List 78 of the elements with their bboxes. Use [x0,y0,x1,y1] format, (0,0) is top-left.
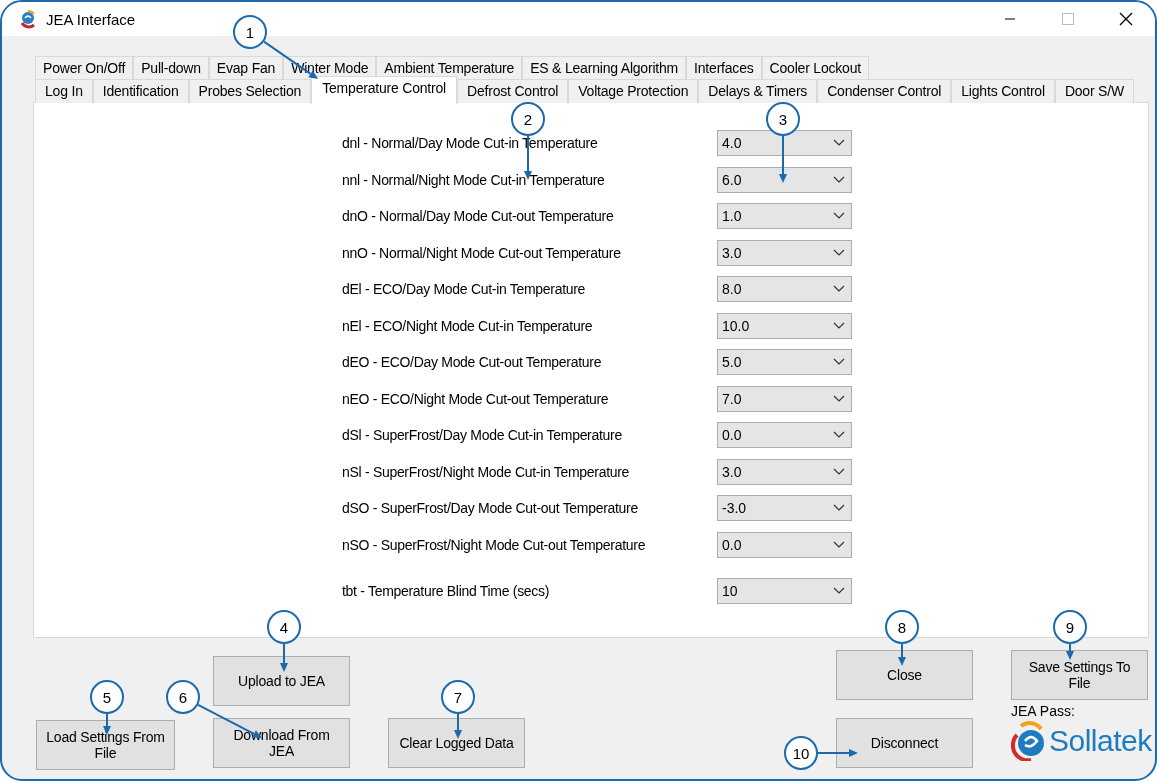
callout-number: 6 [166,680,200,714]
dropdown[interactable]: 10 [717,578,852,604]
chevron-icon [833,504,845,512]
dropdown[interactable]: 5.0 [717,349,852,375]
tab[interactable]: Cooler Lockout [761,56,869,80]
dropdown[interactable]: 0.0 [717,422,852,448]
tab[interactable]: Identification [92,79,189,103]
callout-arrow [280,643,288,672]
load-button[interactable]: Load Settings From File [36,720,175,770]
tab[interactable]: Delays & Timers [698,79,818,103]
callout-number: 7 [441,680,475,714]
chevron-icon [833,587,845,595]
chevron-icon [833,175,845,184]
disconnect-button[interactable]: Disconnect [836,718,973,768]
callout-arrow [779,135,787,183]
tab[interactable]: Temperature Control [311,76,458,104]
dropdown[interactable]: 3.0 [717,458,852,485]
tab[interactable]: ES & Learning Algorithm [522,56,687,80]
maximize-icon [1062,13,1074,25]
logo: Sollatek [1011,721,1152,761]
setting-label: dSl - SuperFrost/Day Mode Cut-in Temperature [342,427,623,443]
setting-label: nEO - ECO/Night Mode Cut-out Temperature [342,390,610,407]
setting-label: dEl - ECO/Day Mode Cut-in Temperature [342,281,587,297]
callout-number: 5 [90,680,124,714]
callout-arrow [454,713,462,739]
callout-arrow [817,749,858,757]
app-icon [18,9,38,29]
setting-label: tbt - Temperature Blind Time (secs) [342,583,551,599]
dropdown[interactable]: -3.0 [717,495,852,521]
setting-label: nnl - Normal/Night Mode Cut-in Temperature [342,171,606,188]
setting-label: dnO - Normal/Day Mode Cut-out Temperature [342,208,615,224]
setting-label: dEO - ECO/Day Mode Cut-out Temperature [342,354,603,370]
dropdown[interactable]: 3.0 [717,239,852,266]
chevron-icon [833,212,845,220]
save-button[interactable]: Save Settings To File [1011,650,1148,700]
tab[interactable]: Condenser Control [817,79,952,103]
tab[interactable]: Defrost Control [457,79,569,103]
pass-label: JEA Pass: [1011,703,1076,719]
dropdown[interactable]: 6.0 [717,166,852,193]
setting-label: dSO - SuperFrost/Day Mode Cut-out Temperature [342,500,639,516]
chevron-icon [833,540,845,549]
clear-button[interactable]: Clear Logged Data [388,718,525,768]
chevron-icon [833,139,845,147]
dropdown[interactable]: 0.0 [717,531,852,558]
callout-arrow [1066,643,1074,660]
tab[interactable]: Interfaces [686,56,762,80]
chevron-icon [833,321,845,330]
dropdown[interactable]: 8.0 [717,276,852,302]
chevron-icon [833,431,845,439]
tab[interactable]: Pull-down [133,56,209,80]
setting-label: nSl - SuperFrost/Night Mode Cut-in Temperature [342,463,631,480]
setting-label: nSO - SuperFrost/Night Mode Cut-out Temperature [342,536,647,553]
tab[interactable]: Log In [35,79,93,103]
window-title: JEA Interface [46,10,136,28]
chevron-icon [833,467,845,476]
callout-number: 10 [784,736,818,770]
setting-label: nnO - Normal/Night Mode Cut-out Temperature [342,244,622,261]
tab[interactable]: Voltage Protection [568,79,699,103]
dropdown[interactable]: 10.0 [717,312,852,339]
callout-arrow [898,643,906,666]
chevron-icon [833,248,845,257]
dropdown[interactable]: 1.0 [717,203,852,229]
chevron-icon [833,394,845,403]
tab[interactable]: Power On/Off [35,56,134,80]
close-button[interactable]: Close [836,650,973,700]
upload-button[interactable]: Upload to JEA [213,656,350,706]
chevron-icon [833,285,845,293]
chevron-icon [833,358,845,366]
tab[interactable]: Ambient Temperature [376,56,523,80]
tab[interactable]: Door S/W [1054,79,1134,103]
setting-label: nEl - ECO/Night Mode Cut-in Temperature [342,317,594,334]
tab[interactable]: Probes Selection [188,79,312,103]
close-icon [1119,12,1133,26]
tab[interactable]: Evap Fan [208,56,284,80]
dropdown[interactable]: 4.0 [717,130,852,156]
tab[interactable]: Lights Control [951,79,1055,103]
dropdown[interactable]: 7.0 [717,385,852,412]
globe-icon [1011,721,1047,761]
